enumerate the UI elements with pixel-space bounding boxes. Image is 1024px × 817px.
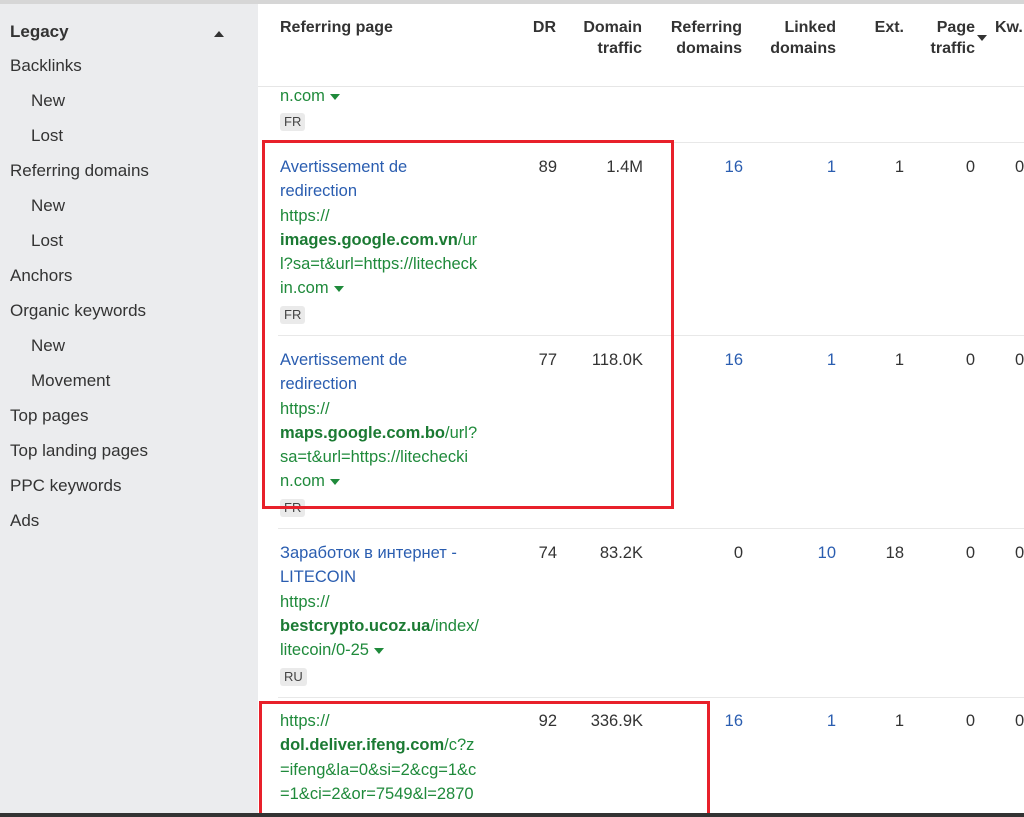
col-header-page-traffic[interactable]: Page traffic: [920, 17, 975, 59]
page-traffic-value: 0: [965, 712, 975, 730]
sidebar-item-top-landing-pages[interactable]: Top landing pages: [10, 441, 148, 461]
ext-value: 1: [894, 351, 904, 369]
language-badge: RU: [280, 668, 307, 686]
row-divider: [278, 142, 1024, 143]
referring-page-cell: https:// dol.deliver.ifeng.com/c?z =ifen…: [280, 709, 515, 806]
language-badge: FR: [280, 306, 306, 324]
dr-value: 92: [538, 712, 557, 730]
sidebar-item-referring-domains[interactable]: Referring domains: [10, 161, 149, 181]
keywords-value: 0: [1015, 544, 1024, 562]
url-dropdown-caret-icon[interactable]: [333, 286, 344, 293]
col-header-label: domains: [770, 40, 836, 57]
keywords-value: 0: [1015, 158, 1024, 176]
dr-value: 89: [538, 158, 557, 176]
referring-domains-link[interactable]: 16: [680, 158, 743, 177]
row-divider: [278, 335, 1024, 336]
page-traffic-value: 0: [965, 351, 975, 369]
domain-traffic-value: 118.0K: [591, 351, 643, 369]
sidebar-item-backlinks-lost[interactable]: Lost: [31, 126, 63, 146]
domain-traffic-value: 1.4M: [606, 158, 643, 176]
header-divider: [258, 86, 1024, 87]
col-header-label: Linked: [784, 19, 836, 36]
linked-domains-link[interactable]: 1: [780, 351, 836, 370]
col-header-linked-domains[interactable]: Linked domains: [760, 17, 836, 59]
language-badge: FR: [280, 499, 306, 517]
page-traffic-value: 0: [965, 544, 975, 562]
url-dropdown-caret-icon[interactable]: [329, 93, 340, 100]
linked-domains-link[interactable]: 1: [780, 158, 836, 177]
domain-traffic-value: 336.9K: [590, 712, 643, 730]
col-header-label: Referring: [670, 19, 742, 36]
col-header-referring-domains[interactable]: Referring domains: [660, 17, 742, 59]
col-header-label: traffic: [597, 40, 642, 57]
sidebar-item-backlinks-new[interactable]: New: [31, 91, 65, 111]
sidebar-item-ads[interactable]: Ads: [10, 511, 39, 531]
col-header-domain-traffic[interactable]: Domain traffic: [570, 17, 642, 59]
referring-page-cell: Заработок в интернет - LITECOIN https:// …: [280, 541, 515, 662]
referring-page-url[interactable]: https:// bestcrypto.ucoz.ua/index/ litec…: [280, 590, 515, 663]
domain-traffic-value: 83.2K: [599, 544, 643, 562]
referring-page-cell: Avertissement de redirection https:// ima…: [280, 155, 515, 301]
referring-domains-link[interactable]: 16: [680, 712, 743, 731]
ext-value: 1: [894, 158, 904, 176]
row-divider: [278, 528, 1024, 529]
referring-page-cell: Avertissement de redirection https:// map…: [280, 348, 515, 494]
sidebar-item-organic-keywords[interactable]: Organic keywords: [10, 301, 146, 321]
dr-value: 74: [538, 544, 557, 562]
sidebar-item-ppc-keywords[interactable]: PPC keywords: [10, 476, 121, 496]
ext-value: 18: [885, 544, 904, 562]
col-header-dr[interactable]: DR: [520, 17, 556, 38]
ext-value: 1: [894, 712, 904, 730]
language-badge: FR: [280, 113, 306, 131]
url-text: n.com: [280, 87, 325, 105]
sidebar-item-referring-domains-new[interactable]: New: [31, 196, 65, 216]
referring-page-title-link[interactable]: Заработок в интернет - LITECOIN: [280, 541, 515, 590]
col-header-kw[interactable]: Kw.: [995, 17, 1023, 38]
referring-page-title-link[interactable]: Avertissement de redirection: [280, 348, 515, 397]
sidebar-section-legacy[interactable]: Legacy: [10, 22, 230, 42]
linked-domains-link[interactable]: 1: [780, 712, 836, 731]
sidebar-item-referring-domains-lost[interactable]: Lost: [31, 231, 63, 251]
sidebar-item-top-pages[interactable]: Top pages: [10, 406, 88, 426]
sidebar-nav: Legacy Backlinks New Lost Referring doma…: [0, 4, 258, 813]
url-dropdown-caret-icon[interactable]: [329, 479, 340, 486]
referring-domains-value: 0: [733, 544, 743, 562]
sidebar-item-anchors[interactable]: Anchors: [10, 266, 72, 286]
col-header-label: traffic: [930, 40, 975, 57]
collapse-caret-icon[interactable]: [214, 31, 224, 37]
col-header-label: Domain: [583, 19, 642, 36]
sort-descending-icon[interactable]: [977, 35, 987, 41]
col-header-ext[interactable]: Ext.: [864, 17, 904, 38]
sidebar-item-organic-keywords-movement[interactable]: Movement: [31, 371, 110, 391]
keywords-value: 0: [1015, 712, 1024, 730]
referring-page-url[interactable]: https:// images.google.com.vn/ur l?sa=t&…: [280, 204, 515, 301]
dr-value: 77: [538, 351, 557, 369]
sidebar-item-backlinks[interactable]: Backlinks: [10, 56, 82, 76]
url-dropdown-caret-icon[interactable]: [373, 647, 384, 654]
page-traffic-value: 0: [965, 158, 975, 176]
referring-page-url[interactable]: n.com: [280, 84, 340, 108]
referring-page-title-link[interactable]: Avertissement de redirection: [280, 155, 515, 204]
col-header-label: Page: [936, 19, 975, 36]
linked-domains-link[interactable]: 10: [780, 544, 836, 563]
keywords-value: 0: [1015, 351, 1024, 369]
col-header-referring-page[interactable]: Referring page: [280, 17, 393, 38]
row-divider: [278, 697, 1024, 698]
referring-page-url[interactable]: https:// maps.google.com.bo/url? sa=t&ur…: [280, 397, 515, 494]
sidebar-item-organic-keywords-new[interactable]: New: [31, 336, 65, 356]
referring-page-url[interactable]: https:// dol.deliver.ifeng.com/c?z =ifen…: [280, 709, 515, 806]
referring-domains-link[interactable]: 16: [680, 351, 743, 370]
col-header-label: domains: [676, 40, 742, 57]
bottom-border: [0, 813, 1024, 817]
